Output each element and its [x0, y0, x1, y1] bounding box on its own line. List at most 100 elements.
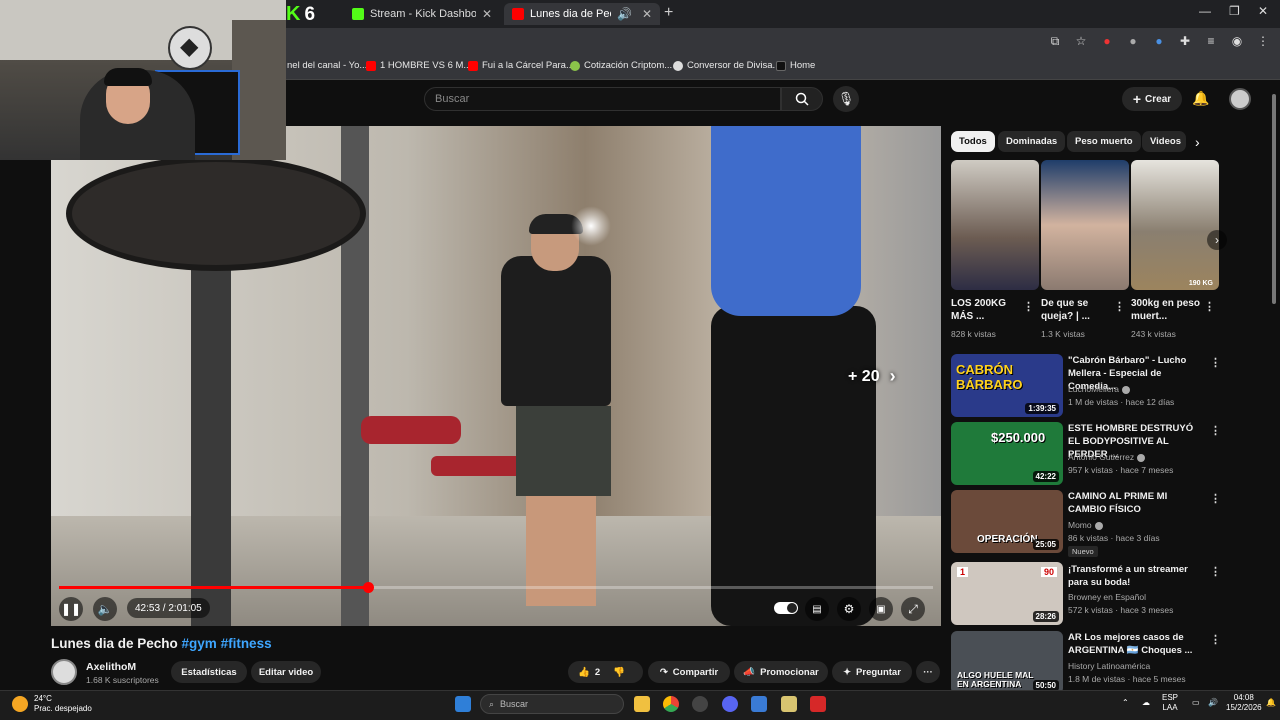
language-indicator[interactable]: ESP LAA	[1162, 693, 1178, 713]
edit-video-button[interactable]: Editar video	[251, 661, 321, 683]
channel-name[interactable]: Browney en Español	[1068, 592, 1146, 602]
video-thumbnail[interactable]: ALGO HUELE MAL EN ARGENTINA 50:50	[951, 631, 1063, 694]
menu-dots-icon[interactable]: ⋮	[1256, 34, 1270, 48]
video-menu-icon[interactable]: ⋮	[1210, 492, 1221, 505]
file-explorer-icon[interactable]	[634, 696, 650, 712]
app-icon[interactable]	[751, 696, 767, 712]
notifications-bell-icon[interactable]: 🔔	[1192, 90, 1209, 107]
microphone-button[interactable]: 🎙	[833, 86, 859, 112]
page-scrollbar[interactable]	[1270, 86, 1278, 716]
fullscreen-button[interactable]: ⤢	[901, 597, 925, 621]
short-menu-icon[interactable]: ⋮	[1204, 300, 1215, 313]
more-actions-button[interactable]: ···	[916, 661, 940, 683]
miniplayer-button[interactable]: ▣	[869, 597, 893, 621]
bookmark-item[interactable]: Home	[776, 60, 815, 71]
tab-youtube-video[interactable]: Lunes dia de Pecho #gym # 🔊 ✕	[504, 3, 660, 25]
account-avatar[interactable]	[1229, 88, 1251, 110]
video-title[interactable]: AR Los mejores casos de ARGENTINA 🇦🇷 Cho…	[1068, 631, 1206, 657]
bookmark-item[interactable]: Cotización Criptom...	[570, 60, 672, 71]
chip-todos[interactable]: Todos	[951, 131, 995, 152]
channel-avatar[interactable]	[51, 659, 77, 685]
discord-icon[interactable]	[722, 696, 738, 712]
video-thumbnail[interactable]: $250.000 42:22	[951, 422, 1063, 485]
subtitles-button[interactable]: ▤	[805, 597, 829, 621]
clock[interactable]: 04:08 15/2/2026	[1226, 693, 1262, 713]
cast-icon[interactable]: ⧉	[1048, 34, 1062, 48]
cloud-icon[interactable]: ☁	[1142, 698, 1150, 708]
dislike-icon[interactable]: 👎	[613, 667, 625, 678]
pen-app-icon[interactable]	[781, 696, 797, 712]
settings-button[interactable]: ⚙	[837, 597, 861, 621]
close-window-icon[interactable]: ✕	[1258, 4, 1268, 18]
shorts-next-button[interactable]: ›	[1207, 230, 1227, 250]
short-thumbnail[interactable]: 190 KG	[1131, 160, 1219, 290]
short-menu-icon[interactable]: ⋮	[1114, 300, 1125, 313]
tray-arrow-icon[interactable]: ⌃	[1122, 698, 1129, 708]
notifications-icon[interactable]: 🔔	[1266, 698, 1276, 708]
speaker-icon[interactable]: 🔊	[1208, 698, 1218, 708]
star-icon[interactable]: ☆	[1074, 34, 1088, 48]
bookmark-item[interactable]: nel del canal - Yo...	[287, 60, 367, 71]
video-menu-icon[interactable]: ⋮	[1210, 424, 1221, 437]
short-title[interactable]: 300kg en peso muert...	[1131, 297, 1203, 323]
close-tab-icon[interactable]: ✕	[482, 7, 492, 21]
network-icon[interactable]: ▭	[1192, 698, 1200, 708]
openai-icon[interactable]	[692, 696, 708, 712]
short-thumbnail[interactable]	[1041, 160, 1129, 290]
scrollbar-thumb[interactable]	[1272, 94, 1276, 304]
new-tab-icon[interactable]: +	[664, 4, 673, 22]
channel-name[interactable]: History Latinoamérica	[1068, 661, 1150, 671]
stats-button[interactable]: Estadísticas	[171, 661, 247, 683]
search-input[interactable]: Buscar	[424, 87, 781, 111]
promote-button[interactable]: 📣 Promocionar	[734, 661, 828, 683]
extension-gray-icon[interactable]: ●	[1126, 34, 1140, 48]
video-menu-icon[interactable]: ⋮	[1210, 356, 1221, 369]
short-thumbnail[interactable]	[951, 160, 1039, 290]
channel-name[interactable]: Antonio Gutiérrez	[1068, 452, 1146, 462]
ask-button[interactable]: ✦ Preguntar	[832, 661, 912, 683]
video-thumbnail[interactable]: 1 90 28:26	[951, 562, 1063, 625]
video-title[interactable]: CAMINO AL PRIME MI CAMBIO FÍSICO	[1068, 490, 1206, 516]
short-title[interactable]: LOS 200KG MÁS ...	[951, 297, 1023, 323]
tab-kick-dashboard[interactable]: Stream - Kick Dashboard ✕	[344, 3, 500, 25]
chip-dominadas[interactable]: Dominadas	[998, 131, 1066, 152]
channel-name[interactable]: AxelithoM	[86, 661, 136, 673]
extension-blue-icon[interactable]: ●	[1152, 34, 1166, 48]
maximize-icon[interactable]: ❐	[1229, 4, 1240, 18]
weather-widget[interactable]: 24°C Prac. despejado	[12, 694, 92, 714]
profile-icon[interactable]: ◉	[1230, 34, 1244, 48]
video-title[interactable]: ¡Transformé a un streamer para su boda!	[1068, 563, 1206, 589]
video-hashtags[interactable]: #gym #fitness	[182, 636, 272, 651]
short-menu-icon[interactable]: ⋮	[1023, 300, 1034, 313]
video-thumbnail[interactable]: OPERACIÓN 25:05	[951, 490, 1063, 553]
share-button[interactable]: ↷ Compartir	[648, 661, 730, 683]
short-title[interactable]: De que se queja? | ...	[1041, 297, 1113, 323]
kick-logo[interactable]: K6	[286, 3, 315, 26]
search-button[interactable]	[781, 87, 823, 111]
video-thumbnail[interactable]: CABRÓN BÁRBARO 1:39:35	[951, 354, 1063, 417]
bookmark-item[interactable]: Conversor de Divisa...	[673, 60, 780, 71]
puzzle-icon[interactable]: ✚	[1178, 34, 1192, 48]
chip-videos[interactable]: Videos	[1142, 131, 1186, 152]
minimize-icon[interactable]: —	[1199, 4, 1211, 18]
chrome-icon[interactable]	[663, 696, 679, 712]
pause-button[interactable]: ❚❚	[59, 597, 83, 621]
like-button[interactable]: 👍	[578, 667, 590, 678]
windows-start-icon[interactable]	[455, 696, 471, 712]
video-menu-icon[interactable]: ⋮	[1210, 565, 1221, 578]
video-menu-icon[interactable]: ⋮	[1210, 633, 1221, 646]
create-button[interactable]: + Crear	[1122, 87, 1182, 111]
media-icon[interactable]: ≡	[1204, 34, 1218, 48]
progress-bar[interactable]	[59, 582, 933, 593]
skip-forward-button[interactable]: + 20 ›	[848, 366, 896, 387]
channel-name[interactable]: LuchoMellera	[1068, 384, 1131, 394]
chip-peso-muerto[interactable]: Peso muerto	[1067, 131, 1141, 152]
lightning-app-icon[interactable]	[810, 696, 826, 712]
channel-name[interactable]: Momo	[1068, 520, 1103, 530]
bookmark-item[interactable]: Fui a la Cárcel Para...	[468, 60, 574, 71]
taskbar-search[interactable]: ⌕ Buscar	[480, 694, 624, 714]
autoplay-toggle[interactable]	[774, 602, 798, 614]
close-tab-icon[interactable]: ✕	[642, 7, 652, 21]
bookmark-item[interactable]: 1 HOMBRE VS 6 M...	[366, 60, 471, 71]
chevron-right-icon[interactable]: ›	[1195, 134, 1200, 150]
